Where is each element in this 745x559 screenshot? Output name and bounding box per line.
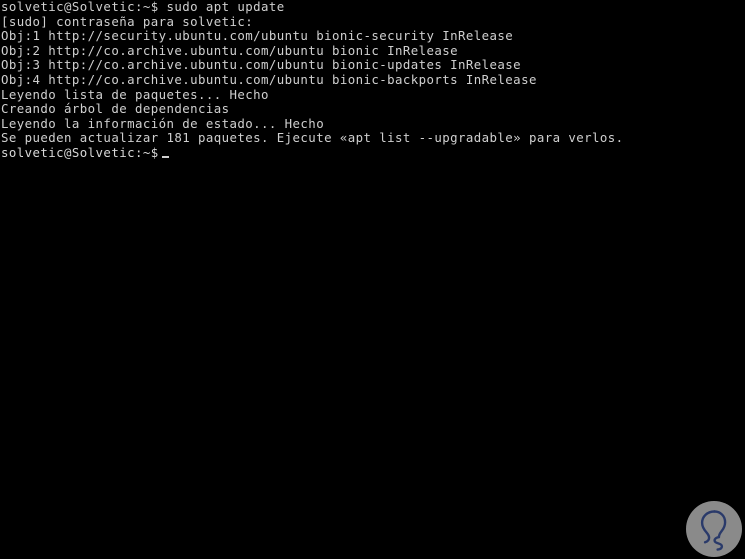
- terminal-window[interactable]: solvetic@Solvetic:~$ sudo apt update [su…: [0, 0, 745, 559]
- lightbulb-icon: [686, 501, 742, 557]
- terminal-line-sudo-password: [sudo] contraseña para solvetic:: [1, 13, 254, 29]
- terminal-line-reading-list: Leyendo lista de paquetes... Hecho: [1, 86, 269, 102]
- terminal-line-obj-3: Obj:3 http://co.archive.ubuntu.com/ubunt…: [1, 57, 522, 73]
- terminal-line-obj-4: Obj:4 http://co.archive.ubuntu.com/ubunt…: [1, 71, 537, 87]
- terminal-line-dep-tree: Creando árbol de dependencias: [1, 101, 230, 117]
- terminal-output: solvetic@Solvetic:~$ sudo apt update [su…: [1, 0, 745, 161]
- terminal-line-command: solvetic@Solvetic:~$ sudo apt update: [1, 0, 285, 14]
- terminal-line-obj-2: Obj:2 http://co.archive.ubuntu.com/ubunt…: [1, 42, 459, 58]
- terminal-line-state-info: Leyendo la información de estado... Hech…: [1, 115, 325, 131]
- shell-prompt-text: solvetic@Solvetic:~$: [1, 144, 159, 160]
- terminal-prompt-line[interactable]: solvetic@Solvetic:~$: [1, 144, 745, 161]
- text-cursor: [161, 155, 169, 158]
- terminal-line-upgradable: Se pueden actualizar 181 paquetes. Ejecu…: [1, 130, 624, 146]
- terminal-line-obj-1: Obj:1 http://security.ubuntu.com/ubuntu …: [1, 28, 514, 44]
